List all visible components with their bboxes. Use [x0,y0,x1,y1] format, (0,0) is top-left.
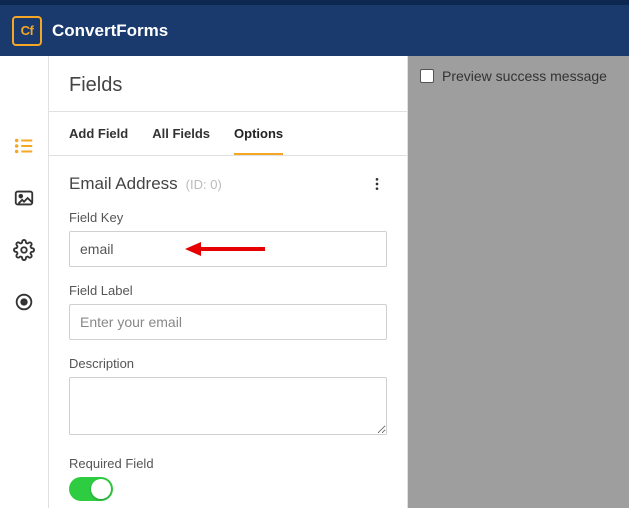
tabs: Add Field All Fields Options [49,112,407,156]
sidenav-design[interactable] [12,186,36,210]
required-group: Required Field [69,456,387,501]
fields-panel: Fields Add Field All Fields Options Emai… [48,56,408,508]
field-name: Email Address [69,174,178,194]
image-icon [13,187,35,209]
preview-success-label: Preview success message [442,68,607,84]
required-label: Required Field [69,456,387,471]
toggle-knob [91,479,111,499]
description-label: Description [69,356,387,371]
logo-text: ConvertForms [52,21,168,41]
tab-add-field[interactable]: Add Field [69,112,128,155]
panel-title: Fields [69,74,387,97]
tab-all-fields[interactable]: All Fields [152,112,210,155]
field-key-input[interactable] [69,231,387,267]
panel-header: Fields [49,56,407,112]
app-logo: Cf ConvertForms [12,16,168,46]
sidenav [0,56,48,508]
form-canvas: Preview success message [408,56,629,508]
field-key-group: Field Key [69,210,387,267]
field-options-body: Email Address (ID: 0) Field Key Field La… [49,156,407,508]
target-icon [13,291,35,313]
field-key-label: Field Key [69,210,387,225]
field-heading: Email Address (ID: 0) [69,174,387,194]
tab-options[interactable]: Options [234,112,283,155]
preview-success-row[interactable]: Preview success message [420,68,607,84]
field-label-group: Field Label [69,283,387,340]
list-icon [13,135,35,157]
sidenav-fields[interactable] [12,134,36,158]
field-label-label: Field Label [69,283,387,298]
field-menu-button[interactable] [367,174,387,194]
kebab-icon [369,176,385,192]
topbar: Cf ConvertForms [0,0,629,56]
sidenav-settings[interactable] [12,238,36,262]
description-group: Description [69,356,387,440]
field-label-input[interactable] [69,304,387,340]
preview-success-checkbox[interactable] [420,69,434,83]
description-input[interactable] [69,377,387,435]
sidenav-submission[interactable] [12,290,36,314]
gear-icon [13,239,35,261]
logo-badge: Cf [12,16,42,46]
required-toggle[interactable] [69,477,113,501]
field-id: (ID: 0) [186,177,222,192]
